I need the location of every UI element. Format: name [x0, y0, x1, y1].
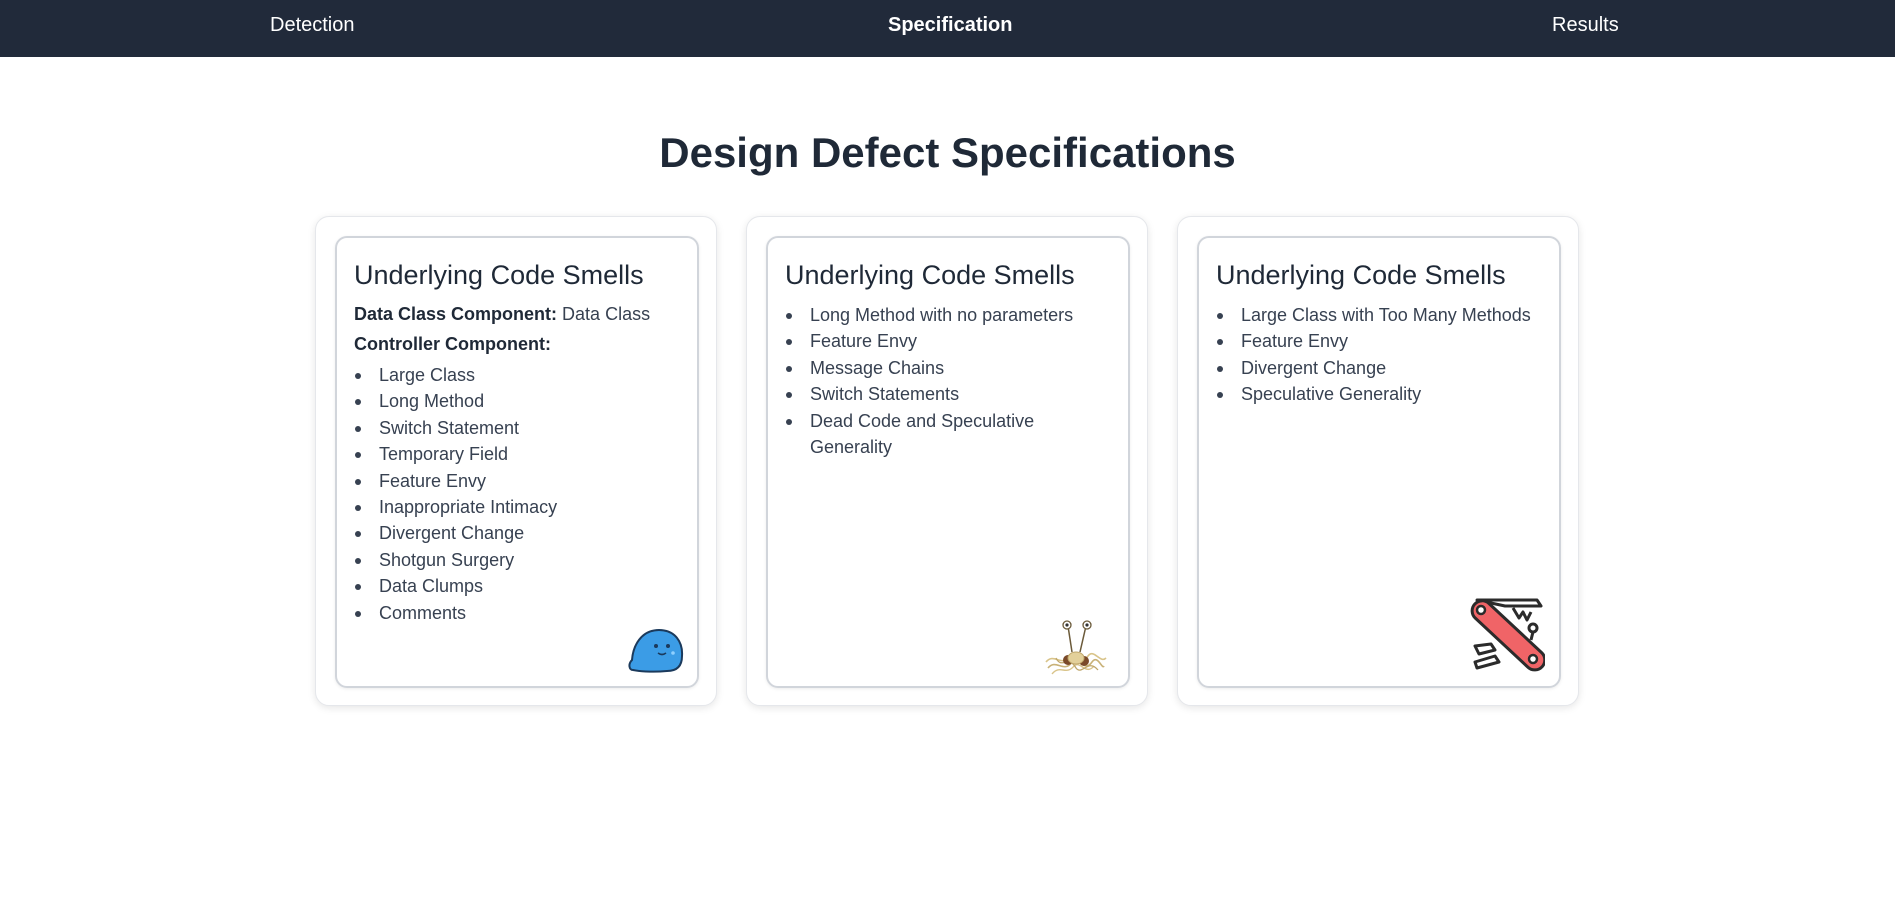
- nav-detection-link[interactable]: Detection: [270, 14, 355, 37]
- list-item: Large Class: [354, 362, 680, 388]
- list-item: Comments: [354, 600, 680, 626]
- list-item: Data Clumps: [354, 573, 680, 599]
- list-item: Large Class with Too Many Methods: [1216, 302, 1542, 328]
- list-item: Long Method: [354, 388, 680, 414]
- list-item: Feature Envy: [785, 328, 1111, 354]
- swiss-army-knife-icon: [1470, 598, 1545, 672]
- data-class-label: Data Class Component:: [354, 304, 558, 324]
- card-title: Underlying Code Smells: [785, 260, 1075, 290]
- list-item: Feature Envy: [354, 468, 680, 494]
- smell-list: Large Class with Too Many Methods Featur…: [1216, 302, 1542, 408]
- list-item: Shotgun Surgery: [354, 547, 680, 573]
- blob-card: Underlying Code Smells Data Class Compon…: [315, 216, 717, 706]
- nav-specification-link[interactable]: Specification: [888, 14, 1012, 37]
- cards-container: Underlying Code Smells Data Class Compon…: [315, 216, 1579, 706]
- top-navbar: Detection Specification Results: [0, 0, 1895, 57]
- data-class-line: Data Class Component: Data Class: [354, 302, 680, 326]
- list-item: Dead Code and Speculative Generality: [785, 408, 1111, 461]
- list-item: Divergent Change: [1216, 355, 1542, 381]
- blob-card-inner: Underlying Code Smells Data Class Compon…: [335, 236, 699, 688]
- spaghetti-card-inner: Underlying Code Smells Long Method with …: [766, 236, 1130, 688]
- card-title: Underlying Code Smells: [1216, 260, 1506, 290]
- smell-list: Long Method with no parameters Feature E…: [785, 302, 1111, 460]
- page-title: Design Defect Specifications: [659, 129, 1236, 176]
- nav-results-link[interactable]: Results: [1552, 14, 1619, 37]
- swiss-army-knife-card-inner: Underlying Code Smells Large Class with …: [1197, 236, 1561, 688]
- data-class-value: Data Class: [562, 304, 651, 324]
- controller-line: Controller Component:: [354, 332, 680, 356]
- list-item: Switch Statements: [785, 381, 1111, 407]
- list-item: Inappropriate Intimacy: [354, 494, 680, 520]
- smell-list: Large Class Long Method Switch Statement…: [354, 362, 680, 626]
- spaghetti-monster-icon: [1045, 620, 1107, 675]
- list-item: Switch Statement: [354, 415, 680, 441]
- blob-icon: [628, 628, 684, 673]
- list-item: Speculative Generality: [1216, 381, 1542, 407]
- card-title: Underlying Code Smells: [354, 260, 644, 290]
- spaghetti-card: Underlying Code Smells Long Method with …: [746, 216, 1148, 706]
- list-item: Long Method with no parameters: [785, 302, 1111, 328]
- list-item: Divergent Change: [354, 520, 680, 546]
- controller-label: Controller Component:: [354, 334, 551, 354]
- list-item: Temporary Field: [354, 441, 680, 467]
- swiss-army-knife-card: Underlying Code Smells Large Class with …: [1177, 216, 1579, 706]
- list-item: Feature Envy: [1216, 328, 1542, 354]
- list-item: Message Chains: [785, 355, 1111, 381]
